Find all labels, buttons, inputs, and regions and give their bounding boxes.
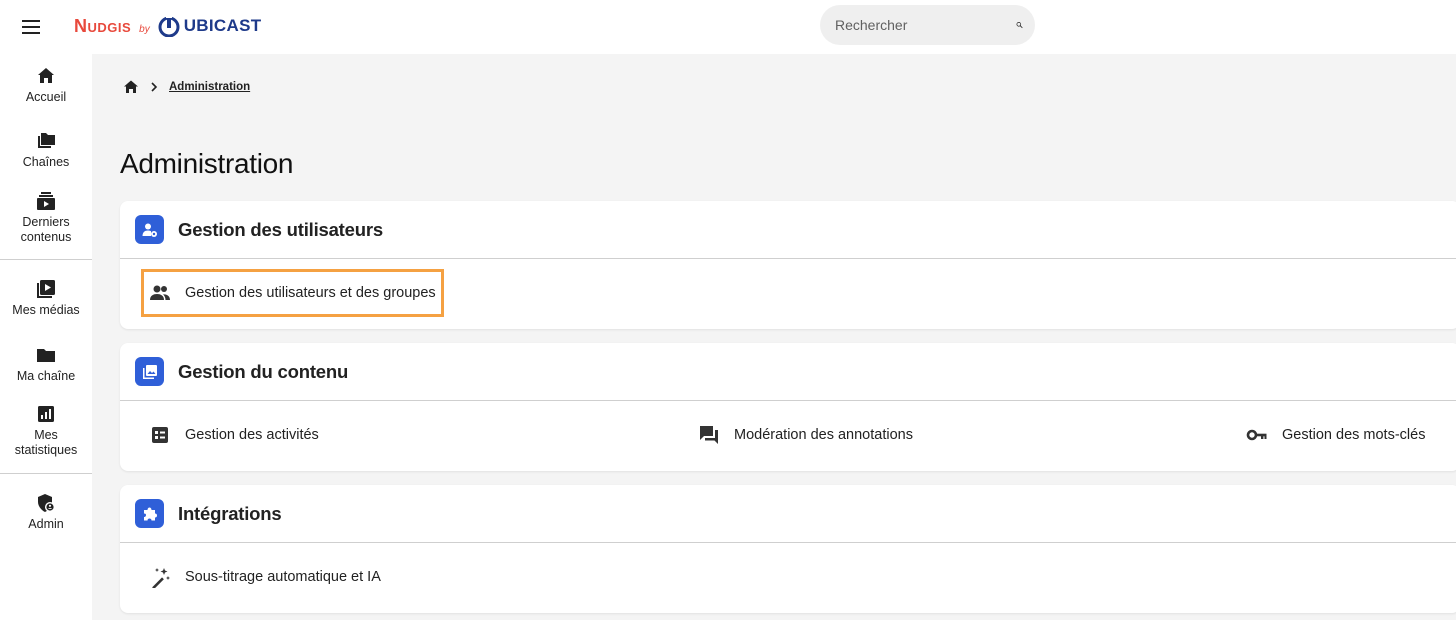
search-input[interactable]	[835, 17, 1016, 33]
admin-shield-icon	[38, 494, 55, 512]
sidebar-item-ma-chaine[interactable]: Ma chaîne	[0, 345, 92, 384]
annotations-icon	[700, 426, 718, 444]
sidebar-item-derniers-contenus[interactable]: Derniers contenus	[0, 191, 92, 245]
section-title: Gestion des utilisateurs	[178, 218, 383, 240]
activities-management-link[interactable]: Gestion des activités	[149, 421, 319, 449]
latest-content-icon	[37, 192, 55, 210]
section-title: Intégrations	[178, 502, 282, 524]
user-settings-icon	[142, 223, 157, 237]
section-body: Gestion des activités Modération des ann…	[120, 401, 1456, 470]
users-icon	[150, 285, 170, 300]
section-badge	[135, 499, 164, 528]
breadcrumb: Administration	[123, 79, 250, 95]
top-header: Nudgis by UBICAST	[0, 0, 1456, 54]
main-content: Administration Administration Gestion de…	[92, 54, 1456, 620]
entry-label: Gestion des utilisateurs et des groupes	[185, 285, 436, 301]
sidebar-item-admin[interactable]: Admin	[0, 493, 92, 532]
breadcrumb-current[interactable]: Administration	[169, 81, 250, 93]
entry-label: Gestion des mots-clés	[1282, 427, 1426, 443]
sidebar-item-label: Mes médias	[12, 303, 80, 317]
home-icon	[38, 68, 54, 83]
logo-by: by	[139, 23, 150, 35]
section-header: Intégrations	[120, 485, 1456, 543]
section-title: Gestion du contenu	[178, 360, 349, 382]
sidebar-item-mes-medias[interactable]: Mes médias	[0, 279, 92, 318]
sidebar-divider	[0, 259, 92, 260]
search-icon[interactable]	[1016, 15, 1023, 35]
sidebar-item-label: Accueil	[25, 90, 67, 104]
sidebar-divider	[0, 473, 92, 474]
sidebar-item-label: Mes statistiques	[14, 428, 78, 457]
ubicast-mark-icon	[158, 15, 180, 37]
brand-logo[interactable]: Nudgis by UBICAST	[74, 11, 261, 41]
section-integrations: Intégrations Sous-titrage automatique et…	[120, 485, 1456, 613]
menu-button[interactable]	[18, 14, 44, 40]
section-user-management: Gestion des utilisateurs Gestion des uti…	[120, 201, 1456, 329]
hamburger-menu-icon	[22, 20, 40, 34]
my-media-icon	[37, 280, 55, 298]
media-library-icon	[142, 364, 157, 379]
sidebar-item-chaines[interactable]: Chaînes	[0, 131, 92, 170]
sidebar-item-label: Ma chaîne	[16, 369, 76, 383]
puzzle-icon	[143, 507, 157, 520]
sidebar-item-accueil[interactable]: Accueil	[0, 66, 92, 105]
entry-label: Modération des annotations	[734, 427, 913, 443]
sidebar-item-label: Chaînes	[22, 155, 70, 169]
section-content-management: Gestion du contenu Gestion des activités	[120, 343, 1456, 471]
magic-wand-icon	[152, 568, 170, 588]
users-groups-management-link[interactable]: Gestion des utilisateurs et des groupes	[141, 269, 444, 317]
key-icon	[1246, 429, 1267, 441]
breadcrumb-home-icon[interactable]	[123, 79, 139, 95]
sidebar-item-label: Derniers contenus	[20, 215, 72, 244]
logo-ubicast: UBICAST	[183, 16, 262, 35]
entry-label: Gestion des activités	[185, 427, 319, 443]
section-header: Gestion du contenu	[120, 343, 1456, 401]
sidebar: Accueil Chaînes Derniers contenus Mes mé…	[0, 54, 92, 620]
activities-icon	[152, 427, 168, 443]
section-header: Gestion des utilisateurs	[120, 201, 1456, 259]
annotation-moderation-link[interactable]: Modération des annotations	[698, 421, 913, 449]
page-title: Administration	[120, 148, 294, 179]
section-body: Gestion des utilisateurs et des groupes	[120, 259, 1456, 328]
section-badge	[135, 215, 164, 244]
channels-icon	[38, 133, 55, 148]
auto-subtitling-ai-link[interactable]: Sous-titrage automatique et IA	[149, 563, 381, 591]
sidebar-item-label: Admin	[28, 517, 64, 531]
folder-icon	[37, 349, 55, 362]
logo-nudgis: Nudgis	[74, 15, 132, 36]
search-bar	[820, 5, 1035, 45]
keywords-management-link[interactable]: Gestion des mots-clés	[1246, 421, 1425, 449]
sidebar-item-mes-statistiques[interactable]: Mes statistiques	[0, 404, 92, 458]
stats-icon	[38, 406, 54, 422]
section-badge	[135, 357, 164, 386]
section-body: Sous-titrage automatique et IA	[120, 543, 1456, 612]
entry-label: Sous-titrage automatique et IA	[185, 569, 381, 585]
chevron-right-icon	[151, 82, 158, 92]
